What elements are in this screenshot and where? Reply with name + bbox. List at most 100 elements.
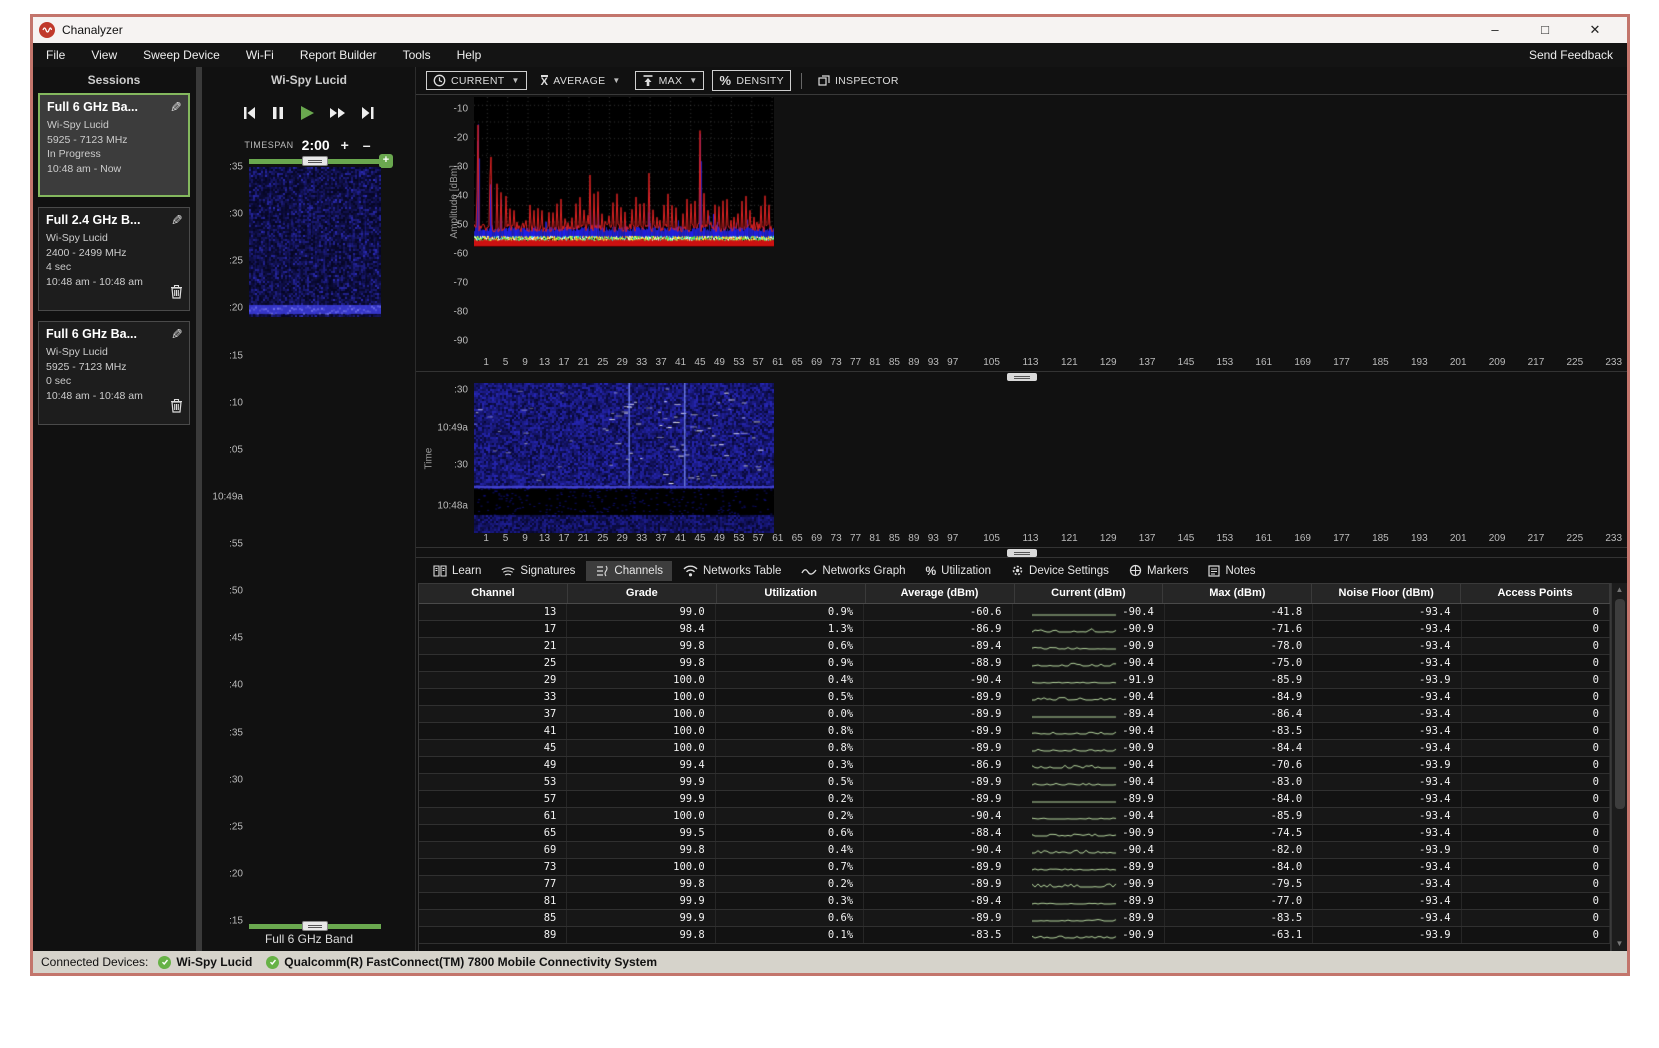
edit-pencil-icon[interactable]: ✎ [170,99,182,116]
max-button[interactable]: MAX▼ [635,71,705,90]
column-header-channel[interactable]: Channel [419,584,568,603]
title-bar: Chanalyzer – □ ✕ [33,17,1627,43]
table-row[interactable]: 1798.41.3%-86.9-90.9-71.6-93.40 [419,621,1610,638]
table-row[interactable]: 29100.00.4%-90.4-91.9-85.9-93.90 [419,672,1610,689]
timespan-increase-button[interactable]: + [338,137,352,153]
time-range-slider-bottom[interactable] [249,924,381,929]
table-scrollbar[interactable]: ▲ ▼ [1611,583,1627,951]
cell-access-points: 0 [1462,791,1610,807]
app-logo-icon [39,22,55,38]
table-row[interactable]: 41100.00.8%-89.9-90.4-83.5-93.40 [419,723,1610,740]
skip-start-button[interactable] [242,105,258,121]
current-sparkline [1032,640,1118,652]
delete-trash-icon[interactable] [170,284,183,304]
time-range-handle-bottom[interactable] [302,921,328,931]
session-card[interactable]: Full 6 GHz Ba...✎Wi-Spy Lucid5925 - 7123… [38,93,190,197]
table-row[interactable]: 8199.90.3%-89.4-89.9-77.0-93.40 [419,893,1610,910]
cell-current: -91.9 [1013,672,1165,688]
table-row[interactable]: 6999.80.4%-90.4-90.4-82.0-93.90 [419,842,1610,859]
column-header-access-points[interactable]: Access Points [1461,584,1610,603]
maximize-button[interactable]: □ [1535,22,1555,38]
x-tick-label: 69 [811,357,822,368]
table-row[interactable]: 73100.00.7%-89.9-89.9-84.0-93.40 [419,859,1610,876]
table-row[interactable]: 1399.00.9%-60.6-90.4-41.8-93.40 [419,604,1610,621]
skip-end-button[interactable] [360,105,376,121]
tab-learn[interactable]: Learn [424,561,490,581]
menu-item-view[interactable]: View [78,43,130,67]
table-row[interactable]: 8999.80.1%-83.5-90.9-63.1-93.90 [419,927,1610,944]
tab-networks-graph[interactable]: Networks Graph [792,561,914,581]
splitter-handle-icon[interactable] [1007,549,1037,557]
menu-item-sweep-device[interactable]: Sweep Device [130,43,233,67]
send-feedback-link[interactable]: Send Feedback [1529,48,1627,62]
column-header-utilization[interactable]: Utilization [717,584,866,603]
fast-forward-button[interactable] [329,105,347,121]
zoom-plus-button[interactable]: + [379,154,393,168]
current-sparkline [1032,776,1118,788]
column-header-current-dbm[interactable]: Current (dBm) [1015,584,1164,603]
menu-item-wi-fi[interactable]: Wi-Fi [233,43,287,67]
table-row[interactable]: 2199.80.6%-89.4-90.9-78.0-93.40 [419,638,1610,655]
menu-item-file[interactable]: File [33,43,78,67]
current-button[interactable]: CURRENT▼ [426,71,527,90]
inspector-button[interactable]: INSPECTOR [812,73,905,89]
scroll-down-icon[interactable]: ▼ [1616,937,1624,951]
cell-channel: 49 [419,757,567,773]
menu-item-report-builder[interactable]: Report Builder [287,43,390,67]
density-button[interactable]: %DENSITY [712,70,790,91]
splitter-handle-icon[interactable] [1007,373,1037,381]
panel-divider[interactable] [196,67,202,951]
time-range-handle-top[interactable] [302,156,328,166]
cell-noise-floor-dbm: -93.4 [1313,876,1461,892]
table-row[interactable]: 61100.00.2%-90.4-90.4-85.9-93.40 [419,808,1610,825]
tab-notes[interactable]: Notes [1199,561,1264,581]
timespan-decrease-button[interactable]: – [360,137,374,153]
table-row[interactable]: 37100.00.0%-89.9-89.4-86.4-93.40 [419,706,1610,723]
chart-splitter-1[interactable] [416,371,1627,381]
menu-item-tools[interactable]: Tools [390,43,444,67]
minimize-button[interactable]: – [1485,22,1505,38]
cell-current: -89.9 [1013,910,1165,926]
tab-channels[interactable]: Channels [586,561,672,581]
column-header-max-dbm[interactable]: Max (dBm) [1163,584,1312,603]
cell-max-dbm: -83.5 [1165,723,1313,739]
play-button[interactable] [298,104,316,122]
table-row[interactable]: 4999.40.3%-86.9-90.4-70.6-93.90 [419,757,1610,774]
table-row[interactable]: 2599.80.9%-88.9-90.4-75.0-93.40 [419,655,1610,672]
cell-channel: 89 [419,927,567,943]
scroll-up-icon[interactable]: ▲ [1616,583,1624,597]
table-row[interactable]: 5799.90.2%-89.9-89.9-84.0-93.40 [419,791,1610,808]
current-value: -89.9 [1122,893,1154,909]
time-range-slider-top[interactable] [249,159,381,164]
column-header-grade[interactable]: Grade [568,584,717,603]
tab-markers[interactable]: Markers [1120,560,1198,581]
edit-pencil-icon[interactable]: ✎ [171,212,183,229]
column-header-noise-floor-dbm[interactable]: Noise Floor (dBm) [1312,584,1461,603]
current-sparkline [1032,827,1118,839]
chart-splitter-2[interactable] [416,547,1627,557]
menu-item-help[interactable]: Help [444,43,495,67]
session-card[interactable]: Full 2.4 GHz B...✎Wi-Spy Lucid2400 - 249… [38,207,190,311]
session-card[interactable]: Full 6 GHz Ba...✎Wi-Spy Lucid5925 - 7123… [38,321,190,425]
tab-utilization[interactable]: %Utilization [917,560,1001,582]
close-button[interactable]: ✕ [1585,22,1605,38]
average-button[interactable]: XAVERAGE▼ [535,73,627,89]
session-waterfall-strip[interactable] [249,167,381,317]
delete-trash-icon[interactable] [170,398,183,418]
table-row[interactable]: 6599.50.6%-88.4-90.9-74.5-93.40 [419,825,1610,842]
scroll-thumb[interactable] [1615,599,1625,809]
x-tick-label: 145 [1178,533,1195,544]
table-row[interactable]: 5399.90.5%-89.9-90.4-83.0-93.40 [419,774,1610,791]
tab-signatures[interactable]: Signatures [492,561,584,581]
tab-networks-table[interactable]: Networks Table [674,561,790,581]
table-row[interactable]: 33100.00.5%-89.9-90.4-84.9-93.40 [419,689,1610,706]
edit-pencil-icon[interactable]: ✎ [171,326,183,343]
cell-max-dbm: -84.9 [1165,689,1313,705]
tab-device-settings[interactable]: Device Settings [1002,560,1118,581]
pause-button[interactable] [271,105,285,121]
cell-average-dbm: -90.4 [864,672,1012,688]
table-row[interactable]: 7799.80.2%-89.9-90.9-79.5-93.40 [419,876,1610,893]
table-row[interactable]: 8599.90.6%-89.9-89.9-83.5-93.40 [419,910,1610,927]
column-header-average-dbm[interactable]: Average (dBm) [866,584,1015,603]
table-row[interactable]: 45100.00.8%-89.9-90.9-84.4-93.40 [419,740,1610,757]
